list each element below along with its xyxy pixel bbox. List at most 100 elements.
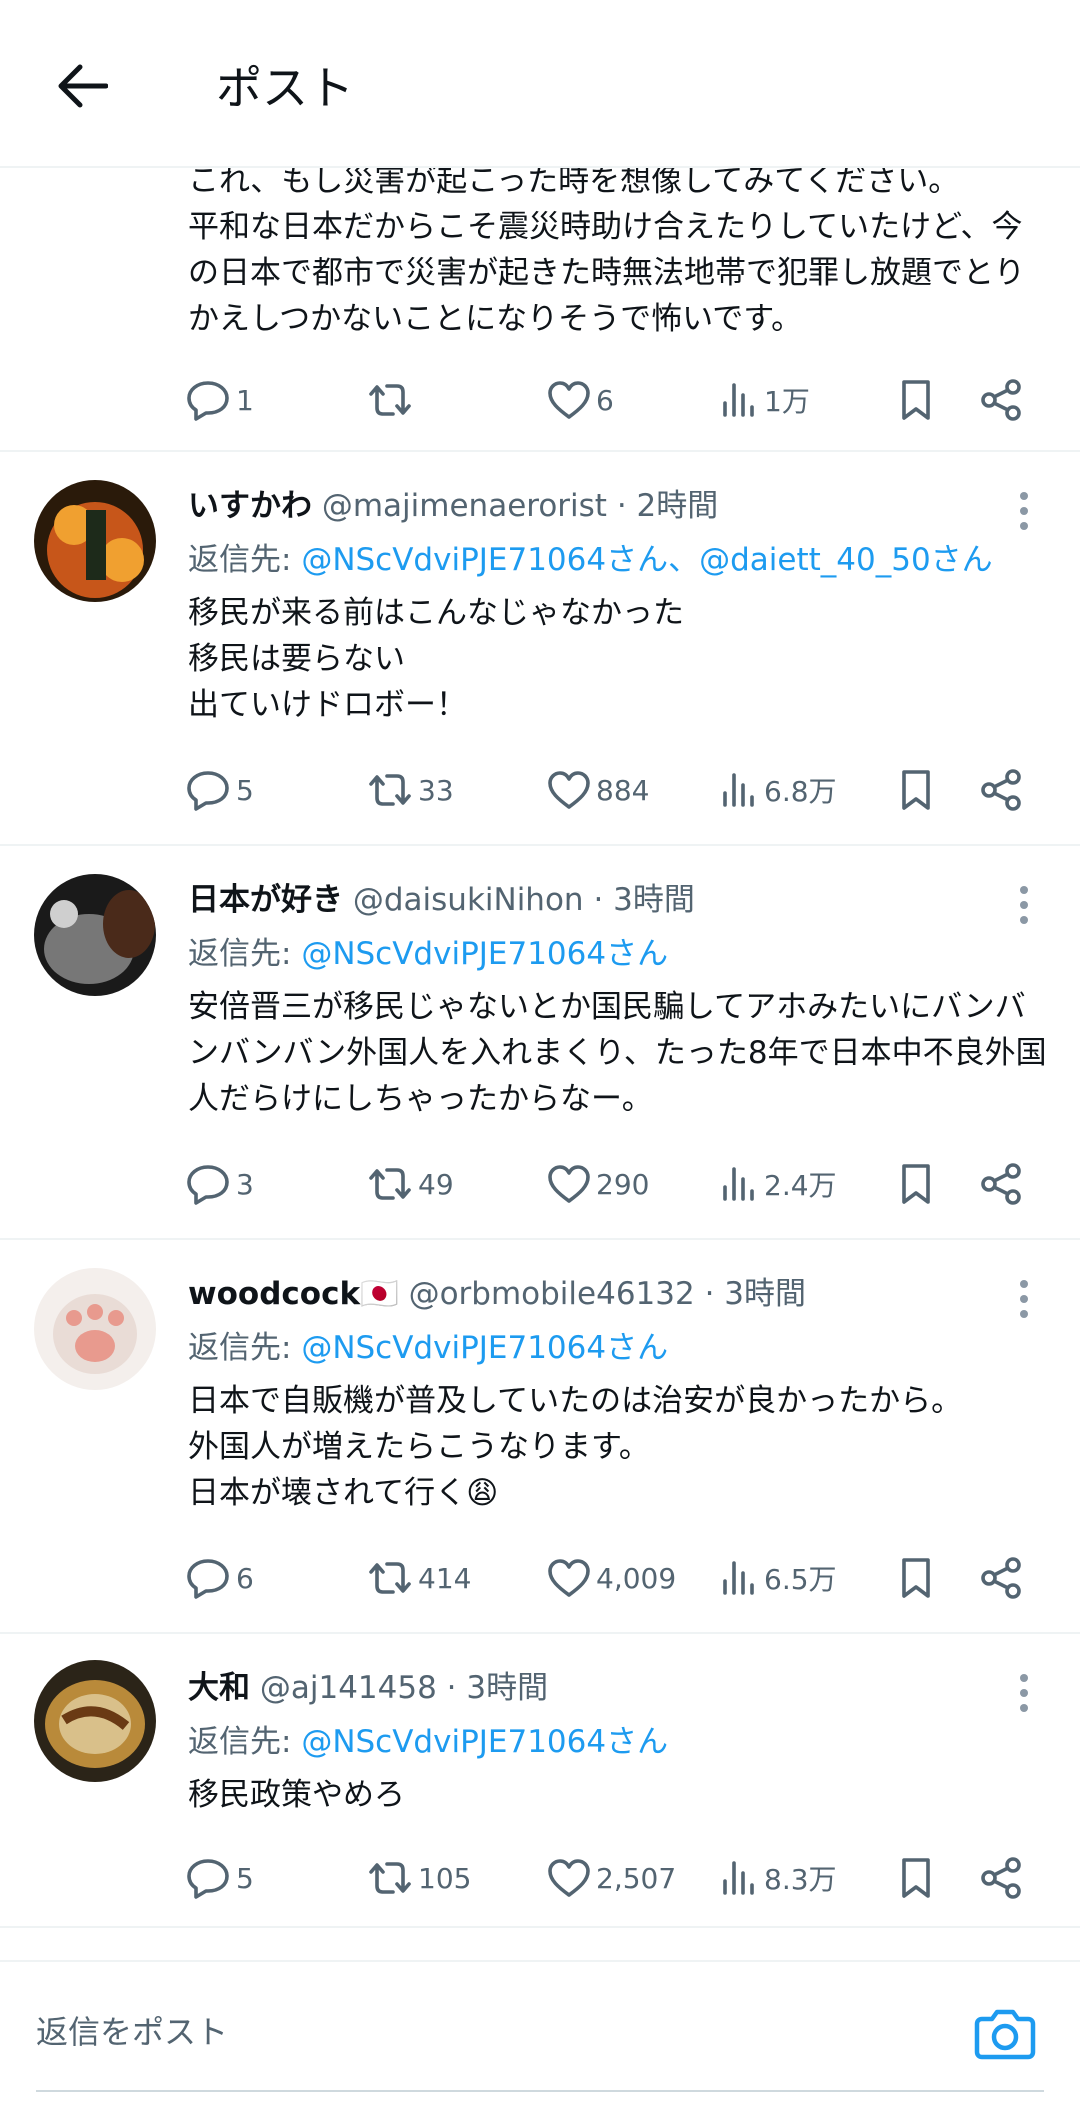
post-text: 移民政策やめろ bbox=[188, 1777, 405, 1813]
repost-count: 414 bbox=[418, 1561, 472, 1595]
repost-button[interactable]: 414 bbox=[366, 1548, 471, 1608]
view-count: 6.5万 bbox=[764, 1563, 837, 1596]
repost-button[interactable]: 49 bbox=[366, 1154, 454, 1214]
share-button[interactable] bbox=[978, 1848, 1024, 1908]
reply-count: 1 bbox=[236, 383, 254, 417]
separator-dot: · bbox=[704, 1276, 715, 1312]
views-button[interactable]: 6.5万 bbox=[720, 1548, 837, 1608]
heart-icon bbox=[548, 1859, 590, 1897]
views-button[interactable]: 6.8万 bbox=[720, 760, 837, 820]
share-button[interactable] bbox=[978, 370, 1024, 430]
share-button[interactable] bbox=[978, 760, 1024, 820]
bookmark-icon bbox=[902, 380, 930, 420]
display-name[interactable]: 大和 bbox=[188, 1670, 250, 1706]
timestamp[interactable]: 3時間 bbox=[466, 1670, 548, 1706]
repost-arrows-icon bbox=[369, 1168, 411, 1200]
vertical-dots-icon[interactable] bbox=[1014, 1672, 1034, 1714]
views-button[interactable]: 1万 bbox=[720, 370, 810, 430]
timestamp[interactable]: 2時間 bbox=[637, 488, 719, 524]
back-button[interactable] bbox=[52, 56, 112, 116]
bookmark-button[interactable] bbox=[896, 1154, 936, 1214]
separator-dot: · bbox=[593, 882, 604, 918]
vertical-dots-icon[interactable] bbox=[1014, 884, 1034, 926]
post-divider bbox=[0, 450, 1080, 452]
reply-to-line: 返信先: @NScVdviPJE71064さん bbox=[188, 1720, 668, 1764]
reply-to-label: 返信先: bbox=[188, 936, 302, 972]
post-divider bbox=[0, 1926, 1080, 1928]
flag-emoji: 🇯🇵 bbox=[360, 1276, 399, 1312]
action-bar: 1 6 1万 bbox=[0, 370, 1080, 430]
mention-link[interactable]: @NScVdviPJE71064さん bbox=[301, 1724, 668, 1760]
vertical-dots-icon[interactable] bbox=[1014, 1278, 1034, 1320]
view-count: 8.3万 bbox=[764, 1863, 837, 1896]
views-button[interactable]: 8.3万 bbox=[720, 1848, 837, 1908]
timestamp[interactable]: 3時間 bbox=[613, 882, 695, 918]
timestamp[interactable]: 3時間 bbox=[724, 1276, 806, 1312]
bookmark-icon bbox=[902, 1164, 930, 1204]
views-button[interactable]: 2.4万 bbox=[720, 1154, 837, 1214]
repost-button[interactable]: 105 bbox=[366, 1848, 471, 1908]
arrow-left-icon bbox=[58, 64, 108, 108]
bookmark-button[interactable] bbox=[896, 1548, 936, 1608]
author-line: woodcock🇯🇵 @orbmobile46132 · 3時間 bbox=[188, 1272, 806, 1316]
handle[interactable]: @aj141458 bbox=[260, 1670, 437, 1706]
reply-button[interactable]: 6 bbox=[186, 1548, 254, 1608]
repost-arrows-icon bbox=[369, 774, 411, 806]
vertical-dots-icon[interactable] bbox=[1014, 490, 1034, 532]
reply-input[interactable]: 返信をポスト bbox=[36, 2010, 228, 2054]
reply-to-label: 返信先: bbox=[188, 1330, 302, 1366]
camera-icon[interactable] bbox=[972, 2000, 1038, 2066]
action-bar: 5 33 884 6.8万 bbox=[0, 760, 1080, 820]
avatar[interactable] bbox=[34, 1660, 156, 1782]
like-button[interactable]: 884 bbox=[546, 760, 649, 820]
speech-bubble-icon bbox=[187, 1559, 229, 1599]
heart-icon bbox=[548, 771, 590, 809]
like-button[interactable]: 2,507 bbox=[546, 1848, 676, 1908]
share-icon bbox=[981, 1557, 1021, 1599]
reply-post[interactable]: woodcock🇯🇵 @orbmobile46132 · 3時間 返信先: @N… bbox=[0, 1248, 1080, 1630]
bar-chart-icon bbox=[723, 773, 754, 807]
handle[interactable]: @majimenaerorist bbox=[322, 488, 607, 524]
input-underline bbox=[36, 2090, 1044, 2092]
author-line: 日本が好き @daisukiNihon · 3時間 bbox=[188, 878, 695, 922]
avatar[interactable] bbox=[34, 480, 156, 602]
repost-arrows-icon bbox=[369, 1862, 411, 1894]
avatar[interactable] bbox=[34, 1268, 156, 1390]
bookmark-button[interactable] bbox=[896, 370, 936, 430]
post-text: 安倍晋三が移民じゃないとか国民騙してアホみたいにバンバンバンバン外国人を入れまく… bbox=[188, 989, 1047, 1117]
share-button[interactable] bbox=[978, 1548, 1024, 1608]
reply-post[interactable]: いすかわ @majimenaerorist · 2時間 返信先: @NScVdv… bbox=[0, 460, 1080, 842]
partial-post[interactable]: これ、もし災害が起こった時を想像してみてください。 平和な日本だからこそ震災時助… bbox=[0, 150, 1080, 452]
reply-to-line: 返信先: @NScVdviPJE71064さん bbox=[188, 932, 668, 976]
bookmark-button[interactable] bbox=[896, 760, 936, 820]
reply-button[interactable]: 3 bbox=[186, 1154, 254, 1214]
display-name[interactable]: 日本が好き bbox=[188, 882, 343, 918]
like-count: 884 bbox=[596, 773, 650, 807]
mention-link[interactable]: @NScVdviPJE71064さん bbox=[301, 1330, 668, 1366]
share-button[interactable] bbox=[978, 1154, 1024, 1214]
speech-bubble-icon bbox=[187, 771, 229, 811]
display-name[interactable]: いすかわ bbox=[188, 488, 312, 524]
handle[interactable]: @daisukiNihon bbox=[353, 882, 584, 918]
reply-button[interactable]: 5 bbox=[186, 1848, 254, 1908]
reply-button[interactable]: 5 bbox=[186, 760, 254, 820]
like-button[interactable]: 4,009 bbox=[546, 1548, 676, 1608]
display-name[interactable]: woodcock bbox=[188, 1276, 360, 1312]
post-divider bbox=[0, 844, 1080, 846]
author-line: 大和 @aj141458 · 3時間 bbox=[188, 1666, 548, 1710]
reply-count: 3 bbox=[236, 1167, 254, 1201]
handle[interactable]: @orbmobile46132 bbox=[409, 1276, 695, 1312]
avatar[interactable] bbox=[34, 874, 156, 996]
bookmark-button[interactable] bbox=[896, 1848, 936, 1908]
reply-post[interactable]: 大和 @aj141458 · 3時間 返信先: @NScVdviPJE71064… bbox=[0, 1642, 1080, 1926]
reply-count: 6 bbox=[236, 1561, 254, 1595]
like-button[interactable]: 6 bbox=[546, 370, 614, 430]
mention-link[interactable]: @NScVdviPJE71064さん、@daiett_40_50さん bbox=[301, 542, 992, 578]
like-button[interactable]: 290 bbox=[546, 1154, 649, 1214]
mention-link[interactable]: @NScVdviPJE71064さん bbox=[301, 936, 668, 972]
reply-post[interactable]: 日本が好き @daisukiNihon · 3時間 返信先: @NScVdviP… bbox=[0, 854, 1080, 1236]
reply-button[interactable]: 1 bbox=[186, 370, 254, 430]
bookmark-icon bbox=[902, 770, 930, 810]
repost-button[interactable] bbox=[366, 370, 418, 430]
repost-button[interactable]: 33 bbox=[366, 760, 454, 820]
